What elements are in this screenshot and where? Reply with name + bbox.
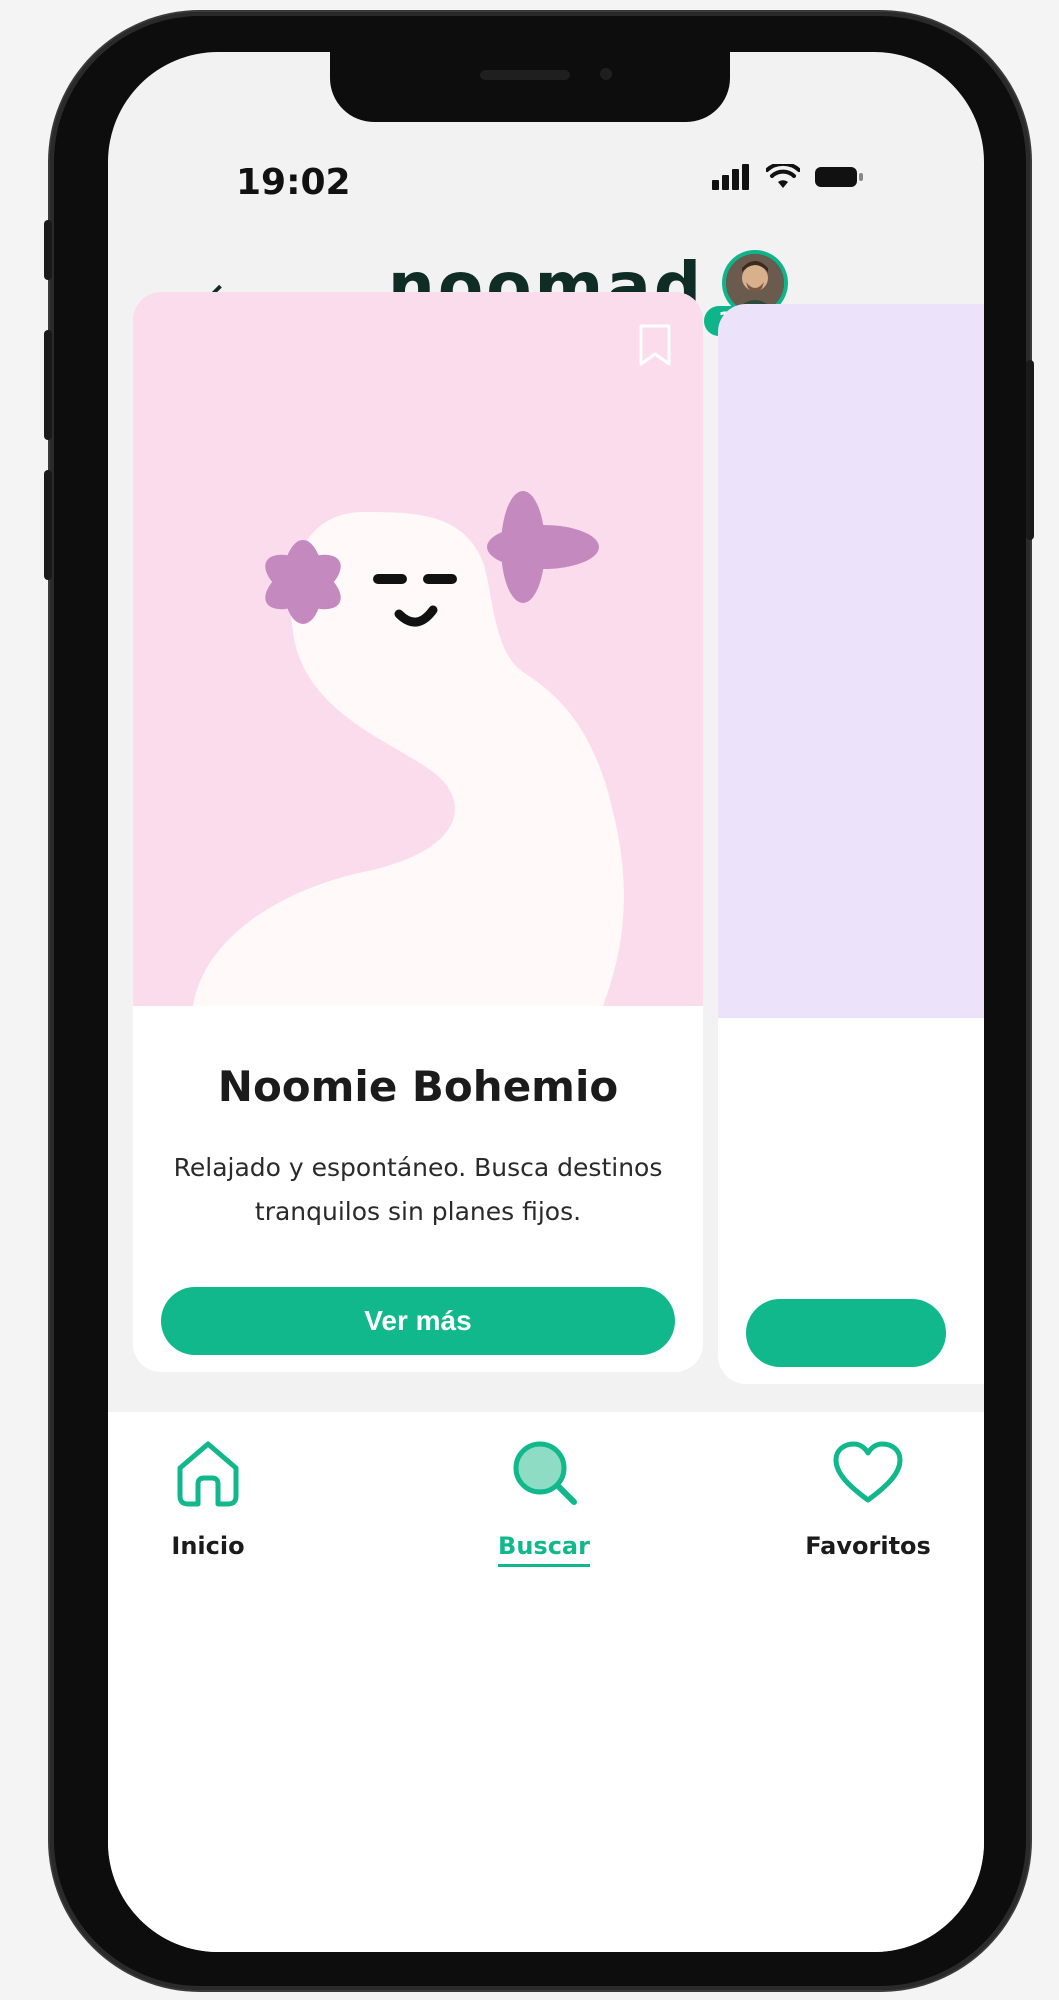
card-illustration — [133, 292, 703, 1006]
wifi-icon — [766, 164, 800, 188]
side-button — [44, 220, 52, 280]
nav-item-inicio[interactable]: Inicio — [108, 1432, 308, 1560]
power-button — [1026, 360, 1034, 540]
card-title: Noomie Bohemio — [217, 1062, 619, 1111]
nav-label-buscar: Buscar — [498, 1532, 590, 1567]
next-card-button[interactable] — [746, 1299, 946, 1367]
phone-notch — [330, 48, 730, 122]
status-time: 19:02 — [236, 162, 351, 203]
bottom-navigation: Inicio Buscar Favoritos — [108, 1412, 984, 1952]
status-icons — [712, 164, 864, 190]
volume-up-button — [44, 330, 52, 440]
nav-item-buscar[interactable]: Buscar — [444, 1432, 644, 1567]
next-card-peek[interactable] — [718, 304, 984, 1384]
signal-icon — [712, 164, 749, 190]
battery-icon — [815, 167, 863, 187]
search-icon — [513, 1441, 577, 1505]
nav-label-inicio: Inicio — [171, 1532, 245, 1560]
profile-card: Noomie Bohemio Relajado y espontáneo. Bu… — [133, 292, 703, 1372]
nav-item-favoritos[interactable]: Favoritos — [768, 1432, 968, 1560]
noomie-character-illustration — [193, 491, 624, 1006]
app-screen: 19:02 ← noomad — [108, 52, 984, 1952]
volume-down-button — [44, 470, 52, 580]
bookmark-icon[interactable] — [637, 322, 673, 368]
ver-mas-button[interactable]: Ver más — [161, 1287, 675, 1355]
home-icon — [177, 1441, 239, 1507]
nav-label-favoritos: Favoritos — [805, 1532, 931, 1560]
heart-icon — [833, 1441, 903, 1503]
card-description: Relajado y espontáneo. Busca destinos tr… — [173, 1153, 663, 1226]
